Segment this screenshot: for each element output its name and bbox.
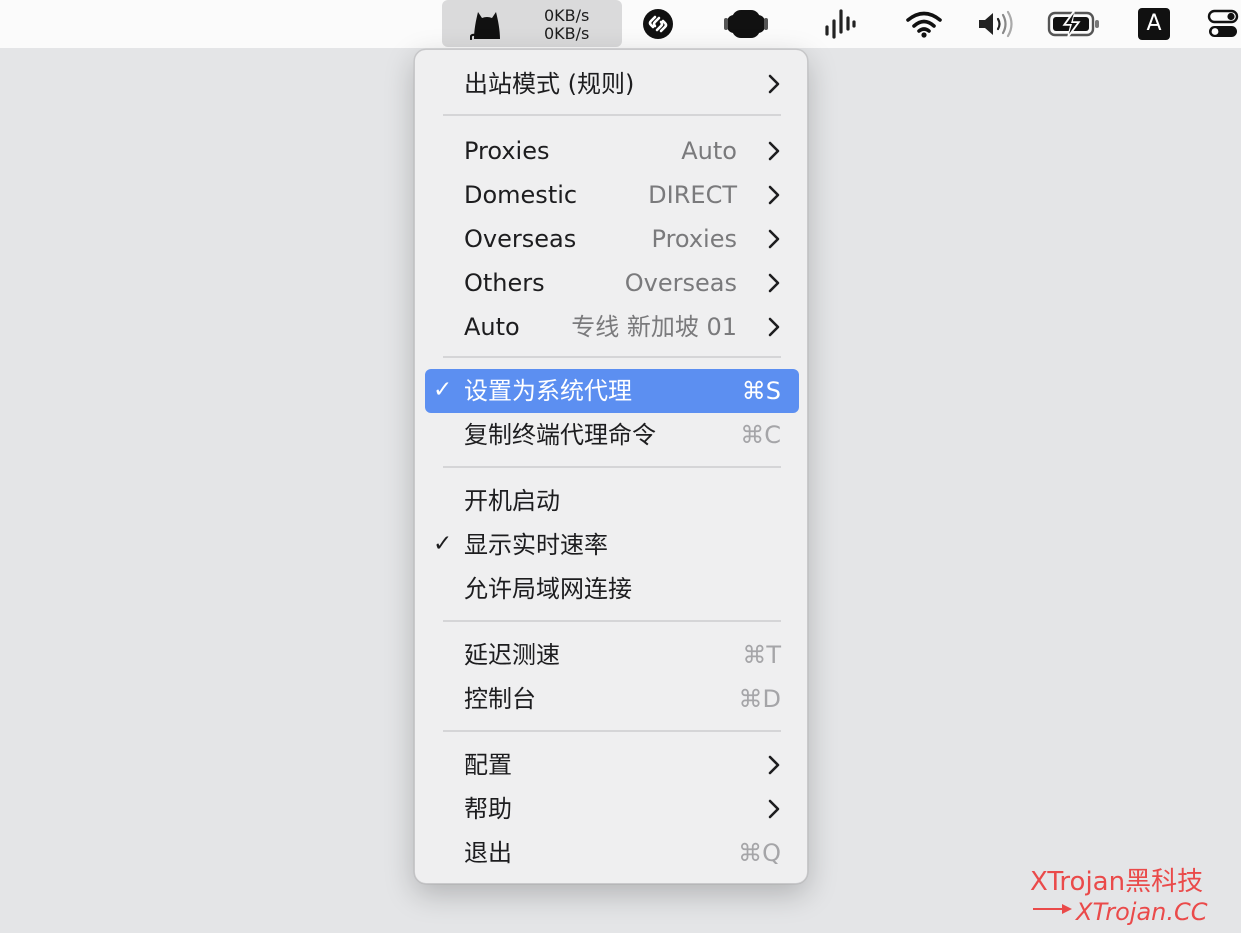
menu-item-label: Proxies: [464, 137, 550, 165]
watermark-url: XTrojan.CC: [1076, 898, 1208, 926]
chevron-right-icon: [767, 184, 781, 206]
keyboard-shortcut: ⌘D: [738, 685, 781, 713]
selected-proxy-value: DIRECT: [648, 181, 737, 209]
checkmark-icon: ✓: [433, 531, 453, 557]
clash-menubar-item[interactable]: 0KB/s 0KB/s: [442, 0, 622, 47]
audio-waveform-icon[interactable]: [820, 0, 860, 48]
menu-item-benchmark[interactable]: 延迟测速 ⌘T: [425, 633, 799, 677]
volume-icon[interactable]: [976, 0, 1016, 48]
chevron-right-icon: [767, 228, 781, 250]
menu-item-label: 复制终端代理命令: [464, 421, 656, 449]
shazam-icon[interactable]: [640, 0, 676, 48]
menu-item-set-system-proxy[interactable]: ✓ 设置为系统代理 ⌘S: [425, 369, 799, 413]
upload-speed: 0KB/s: [544, 6, 590, 25]
menu-item-label: 配置: [464, 751, 512, 779]
arrow-right-icon: [1033, 904, 1072, 914]
menu-item-allow-lan[interactable]: 允许局域网连接: [425, 567, 799, 611]
watermark-title: XTrojan黑科技: [1030, 867, 1204, 897]
checkmark-icon: ✓: [433, 377, 453, 403]
hardware-device-icon[interactable]: [722, 0, 770, 48]
network-speed-readout: 0KB/s 0KB/s: [544, 7, 604, 43]
selected-proxy-value: Proxies: [651, 225, 737, 253]
menu-item-label: 设置为系统代理: [464, 377, 632, 405]
menu-item-proxies-group[interactable]: Proxies Auto: [425, 129, 799, 173]
menu-item-label: 控制台: [464, 685, 536, 713]
menu-item-label: 允许局域网连接: [464, 575, 632, 603]
selected-proxy-value: Auto: [681, 137, 737, 165]
menu-item-label: 延迟测速: [464, 641, 560, 669]
chevron-right-icon: [767, 754, 781, 776]
keyboard-shortcut: ⌘T: [742, 641, 781, 669]
menu-item-help[interactable]: 帮助: [425, 787, 799, 831]
menu-item-label: Domestic: [464, 181, 578, 209]
keyboard-shortcut: ⌘Q: [738, 839, 781, 867]
menu-item-overseas-group[interactable]: Overseas Proxies: [425, 217, 799, 261]
menu-item-label: 退出: [464, 839, 512, 867]
keyboard-shortcut: ⌘C: [740, 421, 781, 449]
battery-charging-icon[interactable]: [1046, 0, 1102, 48]
chevron-right-icon: [767, 73, 781, 95]
menu-item-outbound-mode[interactable]: 出站模式 (规则): [425, 62, 799, 106]
wifi-icon[interactable]: [904, 0, 944, 48]
menu-separator: [443, 466, 781, 468]
menu-separator: [443, 356, 781, 358]
menu-item-label: Overseas: [464, 225, 577, 253]
menu-item-others-group[interactable]: Others Overseas: [425, 261, 799, 305]
menu-item-copy-terminal-proxy-command[interactable]: 复制终端代理命令 ⌘C: [425, 413, 799, 457]
menu-bar: 0KB/s 0KB/s A: [0, 0, 1241, 48]
menu-item-dashboard[interactable]: 控制台 ⌘D: [425, 677, 799, 721]
menu-item-auto-group[interactable]: Auto 专线 新加坡 01: [425, 305, 799, 349]
watermark: XTrojan黑科技 XTrojan.CC: [1030, 866, 1230, 930]
menu-item-label: Others: [464, 269, 545, 297]
clash-cat-icon: [470, 12, 500, 40]
control-center-icon[interactable]: [1206, 0, 1240, 48]
input-source-label: A: [1138, 8, 1170, 40]
menu-item-domestic-group[interactable]: Domestic DIRECT: [425, 173, 799, 217]
chevron-right-icon: [767, 272, 781, 294]
chevron-right-icon: [767, 140, 781, 162]
input-source-icon[interactable]: A: [1136, 0, 1172, 48]
menu-separator: [443, 620, 781, 622]
menu-item-launch-at-login[interactable]: 开机启动: [425, 479, 799, 523]
selected-proxy-value: Overseas: [624, 269, 737, 297]
menu-separator: [443, 730, 781, 732]
clashx-dropdown-menu: 出站模式 (规则) Proxies Auto Domestic DIRECT O…: [414, 49, 808, 884]
menu-item-label: 帮助: [464, 795, 512, 823]
menu-item-show-speed[interactable]: ✓ 显示实时速率: [425, 523, 799, 567]
chevron-right-icon: [767, 798, 781, 820]
menu-item-config[interactable]: 配置: [425, 743, 799, 787]
keyboard-shortcut: ⌘S: [741, 377, 781, 405]
selected-proxy-value: 专线 新加坡 01: [571, 313, 737, 341]
menu-item-label: Auto: [464, 313, 520, 341]
menu-item-quit[interactable]: 退出 ⌘Q: [425, 831, 799, 875]
download-speed: 0KB/s: [544, 24, 590, 43]
menu-item-label: 显示实时速率: [464, 531, 608, 559]
menu-item-label: 开机启动: [464, 487, 560, 515]
chevron-right-icon: [767, 316, 781, 338]
menu-separator: [443, 114, 781, 116]
menu-item-label: 出站模式 (规则): [464, 70, 635, 98]
